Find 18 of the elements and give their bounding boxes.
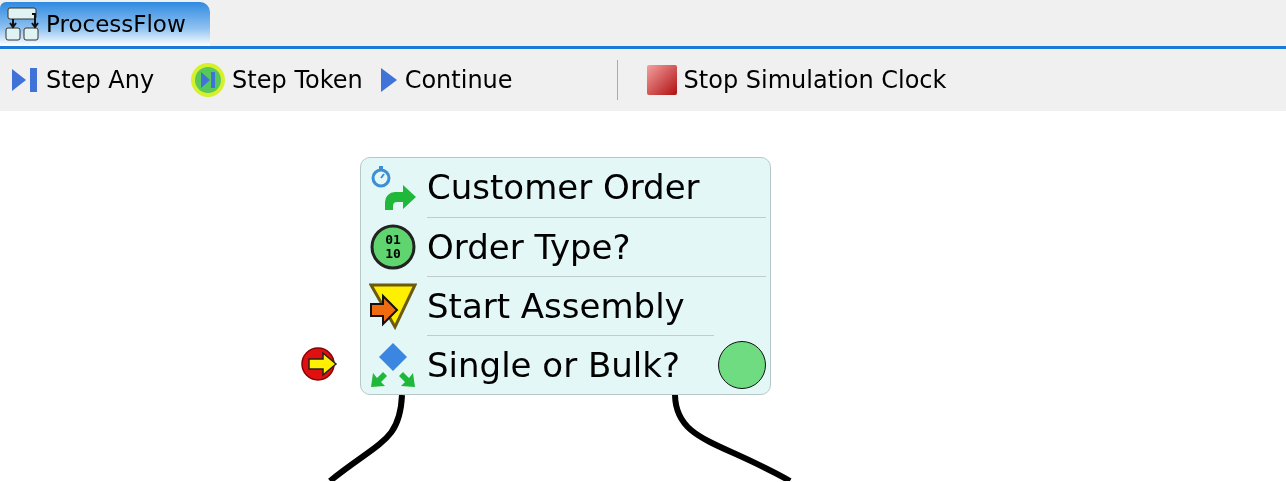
step-icon [10, 65, 40, 95]
flowchart-icon [4, 6, 40, 42]
stop-button[interactable]: Stop Simulation Clock [641, 64, 951, 96]
diamond-split-icon [369, 340, 417, 389]
processflow-tab[interactable]: ProcessFlow [0, 2, 210, 46]
stop-icon [645, 64, 678, 96]
stopwatch-arrow-icon [369, 163, 417, 212]
block-label: Start Assembly [427, 275, 766, 336]
funnel-arrow-icon [369, 281, 417, 330]
continue-button[interactable]: Continue [374, 65, 517, 95]
block-label: Order Type? [427, 216, 766, 277]
step-any-button[interactable]: Step Any [6, 65, 159, 95]
step-token-button[interactable]: Step Token [186, 62, 367, 98]
block-label: Single or Bulk? [427, 334, 714, 395]
step-token-icon [190, 62, 227, 98]
binary-icon: 01 10 [369, 222, 417, 271]
block-label: Customer Order [427, 166, 701, 209]
play-icon [378, 65, 399, 95]
